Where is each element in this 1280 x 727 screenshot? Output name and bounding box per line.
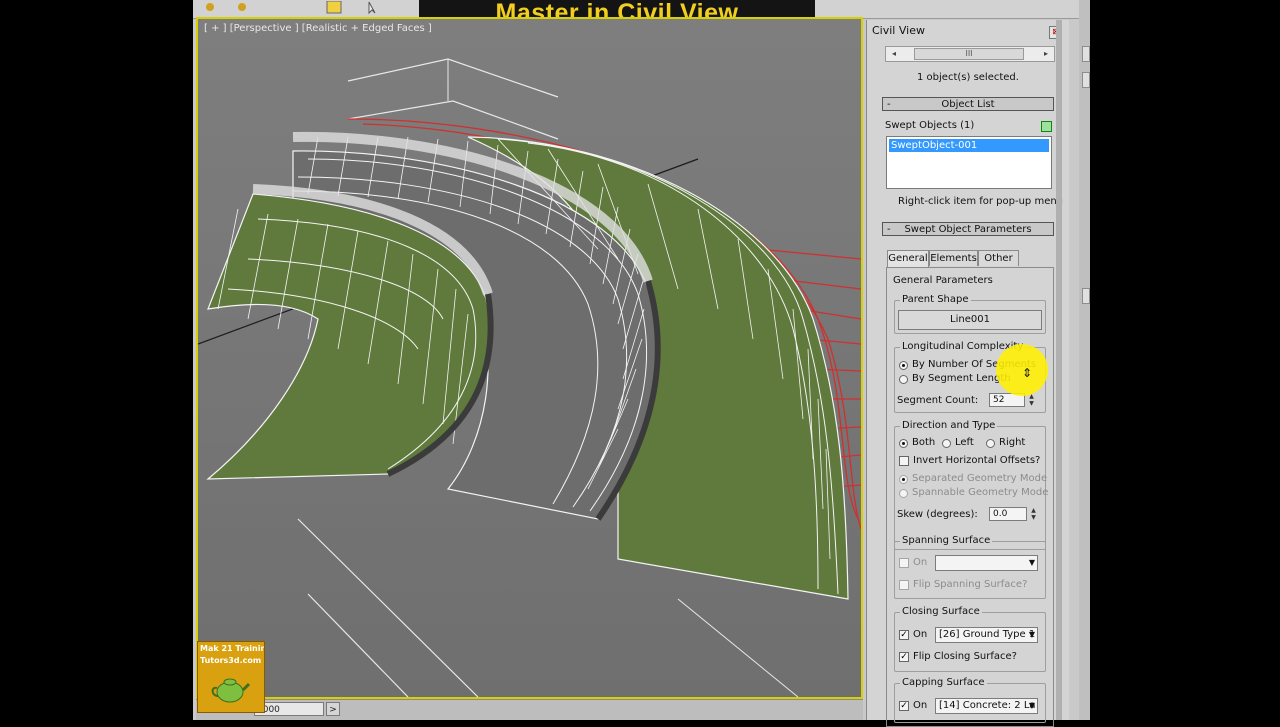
invert-offsets-label: Invert Horizontal Offsets?: [913, 455, 1041, 466]
toolbar-button[interactable]: [1082, 72, 1090, 88]
both-radio-label: Both: [912, 437, 936, 448]
spin-up-icon[interactable]: ▲: [1029, 507, 1038, 514]
scroll-right-icon[interactable]: ▸: [1038, 47, 1054, 61]
select-value: [26] Ground Type 1: [939, 629, 1036, 640]
invert-offsets-checkbox[interactable]: [899, 456, 909, 466]
group-title: Direction and Type: [900, 420, 998, 431]
list-item[interactable]: SweptObject-001: [889, 139, 1049, 152]
flip-closing-label: Flip Closing Surface?: [913, 651, 1017, 662]
right-radio[interactable]: [986, 439, 995, 448]
general-parameters-label: General Parameters: [893, 275, 993, 286]
swept-road-model: [198, 19, 861, 697]
tab-general[interactable]: General: [887, 250, 929, 268]
time-slider-bar: 1000 >: [196, 699, 863, 720]
move-cursor-icon: ⇕: [1022, 366, 1033, 380]
capping-surface-select[interactable]: [14] Concrete: 2 La ▼: [935, 698, 1038, 714]
flip-spanning-label: Flip Spanning Surface?: [913, 579, 1028, 590]
spannable-mode-label: Spannable Geometry Mode: [912, 487, 1049, 498]
rollout-label: Swept Object Parameters: [904, 224, 1032, 235]
object-list-rollout[interactable]: - Object List: [882, 97, 1054, 111]
capping-on-checkbox[interactable]: ✓: [899, 701, 909, 711]
watermark-logo: Mak 21 Training Tutors3d.com: [197, 641, 265, 713]
spin-down-icon[interactable]: ▼: [1027, 400, 1036, 407]
spinner-arrows-icon[interactable]: ▲ ▼: [1029, 507, 1038, 521]
flip-closing-checkbox[interactable]: ✓: [899, 652, 909, 662]
viewport-label[interactable]: [ + ] [Perspective ] [Realistic + Edged …: [204, 23, 432, 34]
closing-on-label: On: [913, 629, 928, 640]
chevron-down-icon: ▼: [1028, 558, 1035, 567]
group-title: Spanning Surface: [900, 535, 993, 546]
rollout-label: Object List: [941, 99, 995, 110]
segment-count-label: Segment Count:: [897, 395, 979, 406]
teapot-icon: [211, 678, 250, 703]
parent-shape-button[interactable]: Line001: [898, 310, 1042, 330]
chevron-down-icon: ▼: [1028, 630, 1035, 639]
panel-title: Civil View: [872, 24, 925, 37]
flip-spanning-checkbox[interactable]: [899, 580, 909, 590]
left-radio-label: Left: [955, 437, 974, 448]
tab-elements[interactable]: Elements: [929, 250, 978, 266]
watermark-line1: Mak 21 Training: [200, 644, 265, 653]
length-radio[interactable]: [899, 375, 908, 384]
closing-on-checkbox[interactable]: ✓: [899, 630, 909, 640]
capping-on-label: On: [913, 700, 928, 711]
skew-label: Skew (degrees):: [897, 509, 978, 520]
select-value: [14] Concrete: 2 La: [939, 700, 1036, 711]
undo-icon[interactable]: [201, 0, 219, 14]
swept-objects-list[interactable]: SweptObject-001: [886, 136, 1052, 189]
separated-mode-radio[interactable]: [899, 475, 908, 484]
toolbar-button[interactable]: [1082, 46, 1090, 62]
panel-vertical-scrollbar[interactable]: [1056, 20, 1062, 720]
both-radio[interactable]: [899, 439, 908, 448]
segments-radio[interactable]: [899, 361, 908, 370]
swept-params-rollout[interactable]: - Swept Object Parameters: [882, 222, 1054, 236]
toolbar-button[interactable]: [1082, 288, 1090, 304]
tab-other[interactable]: Other: [978, 250, 1019, 266]
swept-objects-label: Swept Objects (1): [885, 120, 975, 131]
next-frame-button[interactable]: >: [326, 702, 340, 716]
redo-icon[interactable]: [233, 0, 251, 14]
collapse-icon: -: [887, 99, 891, 110]
select-object-icon[interactable]: [325, 0, 343, 14]
closing-surface-select[interactable]: [26] Ground Type 1 ▼: [935, 627, 1038, 643]
skew-spinner[interactable]: 0.0: [989, 507, 1027, 521]
spanning-on-checkbox[interactable]: [899, 558, 909, 568]
spanning-on-label: On: [913, 557, 928, 568]
spanning-surface-select[interactable]: ▼: [935, 555, 1038, 571]
separated-mode-label: Separated Geometry Mode: [912, 473, 1048, 484]
select-move-icon[interactable]: [365, 0, 383, 15]
group-title: Parent Shape: [900, 294, 971, 305]
scroll-thumb[interactable]: III: [914, 48, 1024, 60]
selection-status: 1 object(s) selected.: [917, 72, 1019, 83]
object-color-swatch[interactable]: [1041, 121, 1052, 132]
chevron-down-icon: ▼: [1028, 701, 1035, 710]
perspective-viewport[interactable]: [ + ] [Perspective ] [Realistic + Edged …: [196, 17, 863, 699]
right-radio-label: Right: [999, 437, 1026, 448]
scroll-left-icon[interactable]: ◂: [886, 47, 902, 61]
left-radio[interactable]: [942, 439, 951, 448]
list-hint: Right-click item for pop-up menu: [898, 196, 1064, 207]
spin-down-icon[interactable]: ▼: [1029, 514, 1038, 521]
watermark-line2: Tutors3d.com: [200, 656, 262, 665]
collapse-icon: -: [887, 224, 891, 235]
group-title: Capping Surface: [900, 677, 987, 688]
right-toolbar: [1082, 40, 1090, 340]
group-title: Closing Surface: [900, 606, 982, 617]
panel-horizontal-scrollbar[interactable]: ◂ III ▸: [885, 46, 1055, 62]
spannable-mode-radio[interactable]: [899, 489, 908, 498]
